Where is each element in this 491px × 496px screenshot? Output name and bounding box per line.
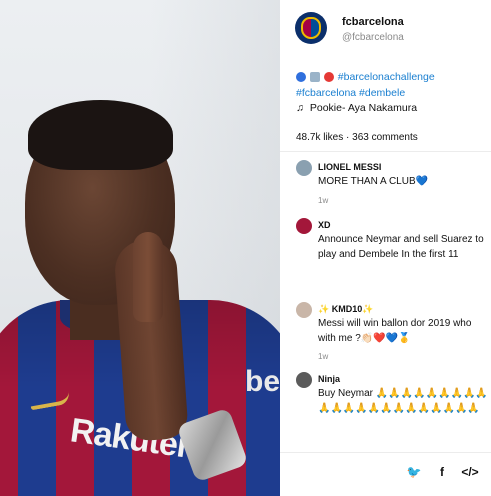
commenter-avatar[interactable]: [296, 372, 312, 388]
embed-code-icon[interactable]: </>: [461, 465, 478, 479]
commenter-avatar[interactable]: [296, 218, 312, 234]
sleeve-sponsor: be: [245, 365, 280, 398]
music-track[interactable]: ♫ Pookie- Aya Nakamura: [296, 102, 417, 114]
post-sidebar: fcbarcelona @fcbarcelona #barcelonachall…: [280, 0, 491, 496]
commenter-avatar[interactable]: [296, 302, 312, 318]
comment-username[interactable]: XD: [318, 220, 331, 230]
comment-text: Buy Neymar 🙏🙏🙏🙏🙏🙏🙏🙏🙏🙏🙏🙏🙏🙏🙏🙏🙏🙏🙏🙏🙏🙏: [318, 388, 488, 414]
music-title: Pookie- Aya Nakamura: [309, 102, 418, 114]
facebook-icon[interactable]: f: [435, 465, 449, 479]
account-avatar[interactable]: [295, 12, 327, 44]
commenter-avatar[interactable]: [296, 160, 312, 176]
music-note-icon: ♫: [296, 102, 304, 114]
blue-circle-icon: [296, 72, 306, 83]
comment-username[interactable]: ✨ KMD10✨: [318, 304, 373, 315]
comment-username[interactable]: LIONEL MESSI: [318, 162, 381, 172]
red-circle-icon: [323, 72, 334, 83]
post-caption: #barcelonachallenge #fcbarcelona #dembel…: [296, 69, 481, 101]
comment-text: Announce Neymar and sell Suarez to play …: [318, 234, 484, 260]
post-header: fcbarcelona @fcbarcelona: [295, 12, 485, 52]
comment-text: MORE THAN A CLUB💙: [318, 176, 429, 187]
footer-divider: [280, 452, 491, 453]
hashtags-line[interactable]: #fcbarcelona #dembele: [296, 87, 405, 99]
comment-time: 1w: [318, 352, 329, 361]
divider: [280, 151, 491, 152]
twitter-icon[interactable]: 🐦: [407, 465, 422, 479]
comment-text: Messi will win ballon dor 2019 who with …: [318, 318, 472, 344]
account-handle[interactable]: @fcbarcelona: [342, 32, 404, 43]
player-hair: [28, 100, 173, 170]
pointing-finger: [133, 232, 163, 322]
hashtag-barcelonachallenge[interactable]: #barcelonachallenge: [338, 71, 435, 83]
post-media[interactable]: Rakuten be: [0, 0, 280, 496]
cycle-icon: [309, 72, 320, 83]
share-footer: 🐦 f </>: [407, 465, 479, 479]
account-name[interactable]: fcbarcelona: [342, 16, 404, 28]
post-stats: 48.7k likes · 363 comments: [296, 132, 418, 143]
comment-username[interactable]: Ninja: [318, 374, 340, 384]
comment-time: 1w: [318, 196, 329, 205]
fcb-crest-icon: [301, 17, 321, 39]
